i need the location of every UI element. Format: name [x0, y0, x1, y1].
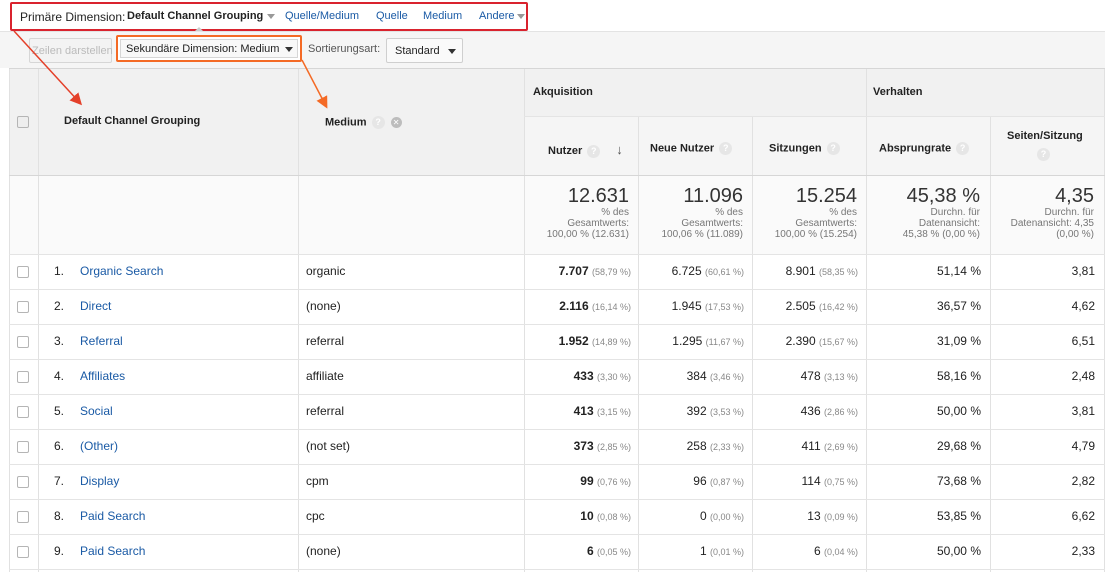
arrow-to-default-channel-grouping	[13, 30, 83, 106]
annotation-arrows	[13, 30, 328, 109]
arrow-to-medium	[301, 59, 328, 109]
